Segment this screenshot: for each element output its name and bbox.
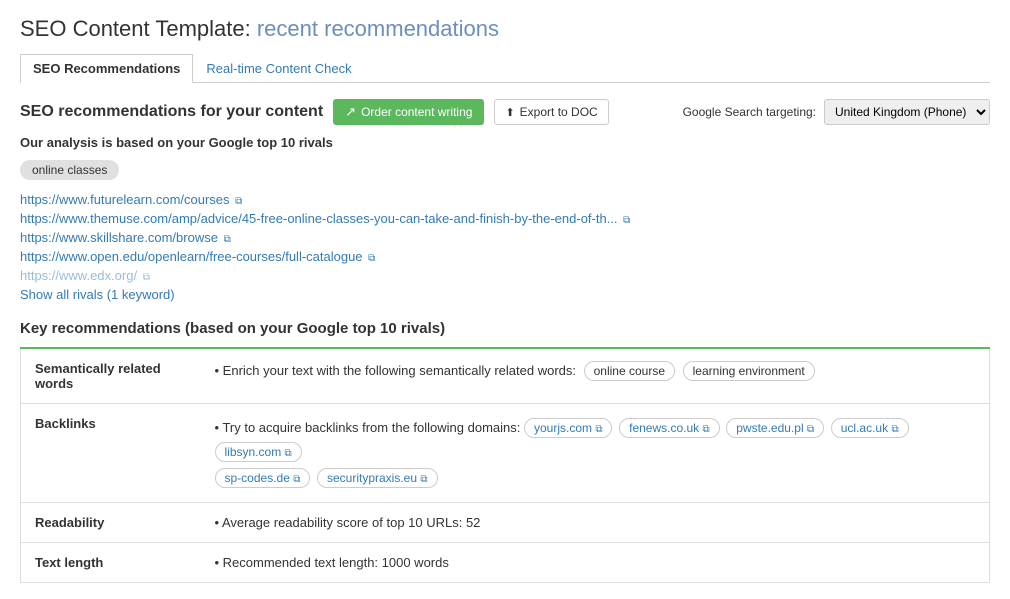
- domain-securitypraxis[interactable]: securitypraxis.eu ⧉: [317, 468, 438, 488]
- list-item: https://www.themuse.com/amp/advice/45-fr…: [20, 211, 990, 226]
- table-row-readability: Readability • Average readability score …: [21, 503, 990, 543]
- tag-learning-environment: learning environment: [683, 361, 815, 381]
- external-link-icon: ⧉: [368, 253, 375, 264]
- rival-link-5[interactable]: https://www.edx.org/: [20, 268, 137, 283]
- external-link-icon: ⧉: [143, 272, 150, 283]
- section-heading: SEO recommendations for your content: [20, 103, 323, 121]
- list-item: https://www.futurelearn.com/courses ⧉: [20, 192, 990, 207]
- external-link-icon: ⧉: [623, 215, 630, 226]
- tab-seo-recommendations[interactable]: SEO Recommendations: [20, 54, 193, 83]
- key-recs-title: Key recommendations (based on your Googl…: [20, 320, 990, 337]
- external-link-icon: ⧉: [235, 196, 242, 207]
- google-targeting-select[interactable]: United Kingdom (Phone) United States (De…: [824, 99, 990, 125]
- order-button-label: Order content writing: [361, 105, 472, 119]
- domain-yourjs[interactable]: yourjs.com ⧉: [524, 418, 613, 438]
- page-title-static: SEO Content Template:: [20, 16, 251, 41]
- domain-fenews[interactable]: fenews.co.uk ⧉: [619, 418, 720, 438]
- domain-spcodes[interactable]: sp-codes.de ⧉: [215, 468, 311, 488]
- tag-online-course: online course: [584, 361, 675, 381]
- row-content-readability: • Average readability score of top 10 UR…: [201, 503, 990, 543]
- keyword-tag: online classes: [20, 160, 119, 180]
- domain-ucl[interactable]: ucl.ac.uk ⧉: [831, 418, 909, 438]
- tab-realtime-content-check[interactable]: Real-time Content Check: [193, 54, 364, 83]
- order-icon: ↗: [345, 104, 356, 120]
- show-all-rivals-link[interactable]: Show all rivals (1 keyword): [20, 287, 175, 302]
- row-label-backlinks: Backlinks: [21, 404, 201, 503]
- list-item: https://www.open.edu/openlearn/free-cour…: [20, 249, 990, 264]
- table-row-backlinks: Backlinks • Try to acquire backlinks fro…: [21, 404, 990, 503]
- google-targeting-label: Google Search targeting:: [683, 105, 816, 119]
- tab-bar: SEO Recommendations Real-time Content Ch…: [20, 54, 990, 83]
- google-targeting: Google Search targeting: United Kingdom …: [683, 99, 990, 125]
- row-label-text-length: Text length: [21, 543, 201, 583]
- rival-link-2[interactable]: https://www.themuse.com/amp/advice/45-fr…: [20, 211, 618, 226]
- export-to-doc-button[interactable]: ⬆ Export to DOC: [494, 99, 608, 125]
- domain-pwste[interactable]: pwste.edu.pl ⧉: [726, 418, 824, 438]
- row-content-semantically: • Enrich your text with the following se…: [201, 348, 990, 404]
- rival-link-1[interactable]: https://www.futurelearn.com/courses: [20, 192, 230, 207]
- recommendations-table: Semantically related words • Enrich your…: [20, 347, 990, 583]
- section-header: SEO recommendations for your content ↗ O…: [20, 99, 990, 125]
- page-title: SEO Content Template: recent recommendat…: [20, 16, 990, 42]
- rival-link-4[interactable]: https://www.open.edu/openlearn/free-cour…: [20, 249, 363, 264]
- row-content-text-length: • Recommended text length: 1000 words: [201, 543, 990, 583]
- rival-link-3[interactable]: https://www.skillshare.com/browse: [20, 230, 218, 245]
- export-icon: ⬆: [505, 106, 514, 119]
- row-label-readability: Readability: [21, 503, 201, 543]
- domain-libsyn[interactable]: libsyn.com ⧉: [215, 442, 302, 462]
- order-content-writing-button[interactable]: ↗ Order content writing: [333, 99, 484, 125]
- list-item: https://www.skillshare.com/browse ⧉: [20, 230, 990, 245]
- external-link-icon: ⧉: [224, 234, 231, 245]
- export-button-label: Export to DOC: [520, 105, 598, 119]
- row-content-backlinks: • Try to acquire backlinks from the foll…: [201, 404, 990, 503]
- page-title-highlight: recent recommendations: [257, 16, 499, 41]
- rivals-list: https://www.futurelearn.com/courses ⧉ ht…: [20, 192, 990, 283]
- analysis-text: Our analysis is based on your Google top…: [20, 135, 990, 150]
- table-row-semantically: Semantically related words • Enrich your…: [21, 348, 990, 404]
- row-label-semantically: Semantically related words: [21, 348, 201, 404]
- list-item: https://www.edx.org/ ⧉: [20, 268, 990, 283]
- table-row-text-length: Text length • Recommended text length: 1…: [21, 543, 990, 583]
